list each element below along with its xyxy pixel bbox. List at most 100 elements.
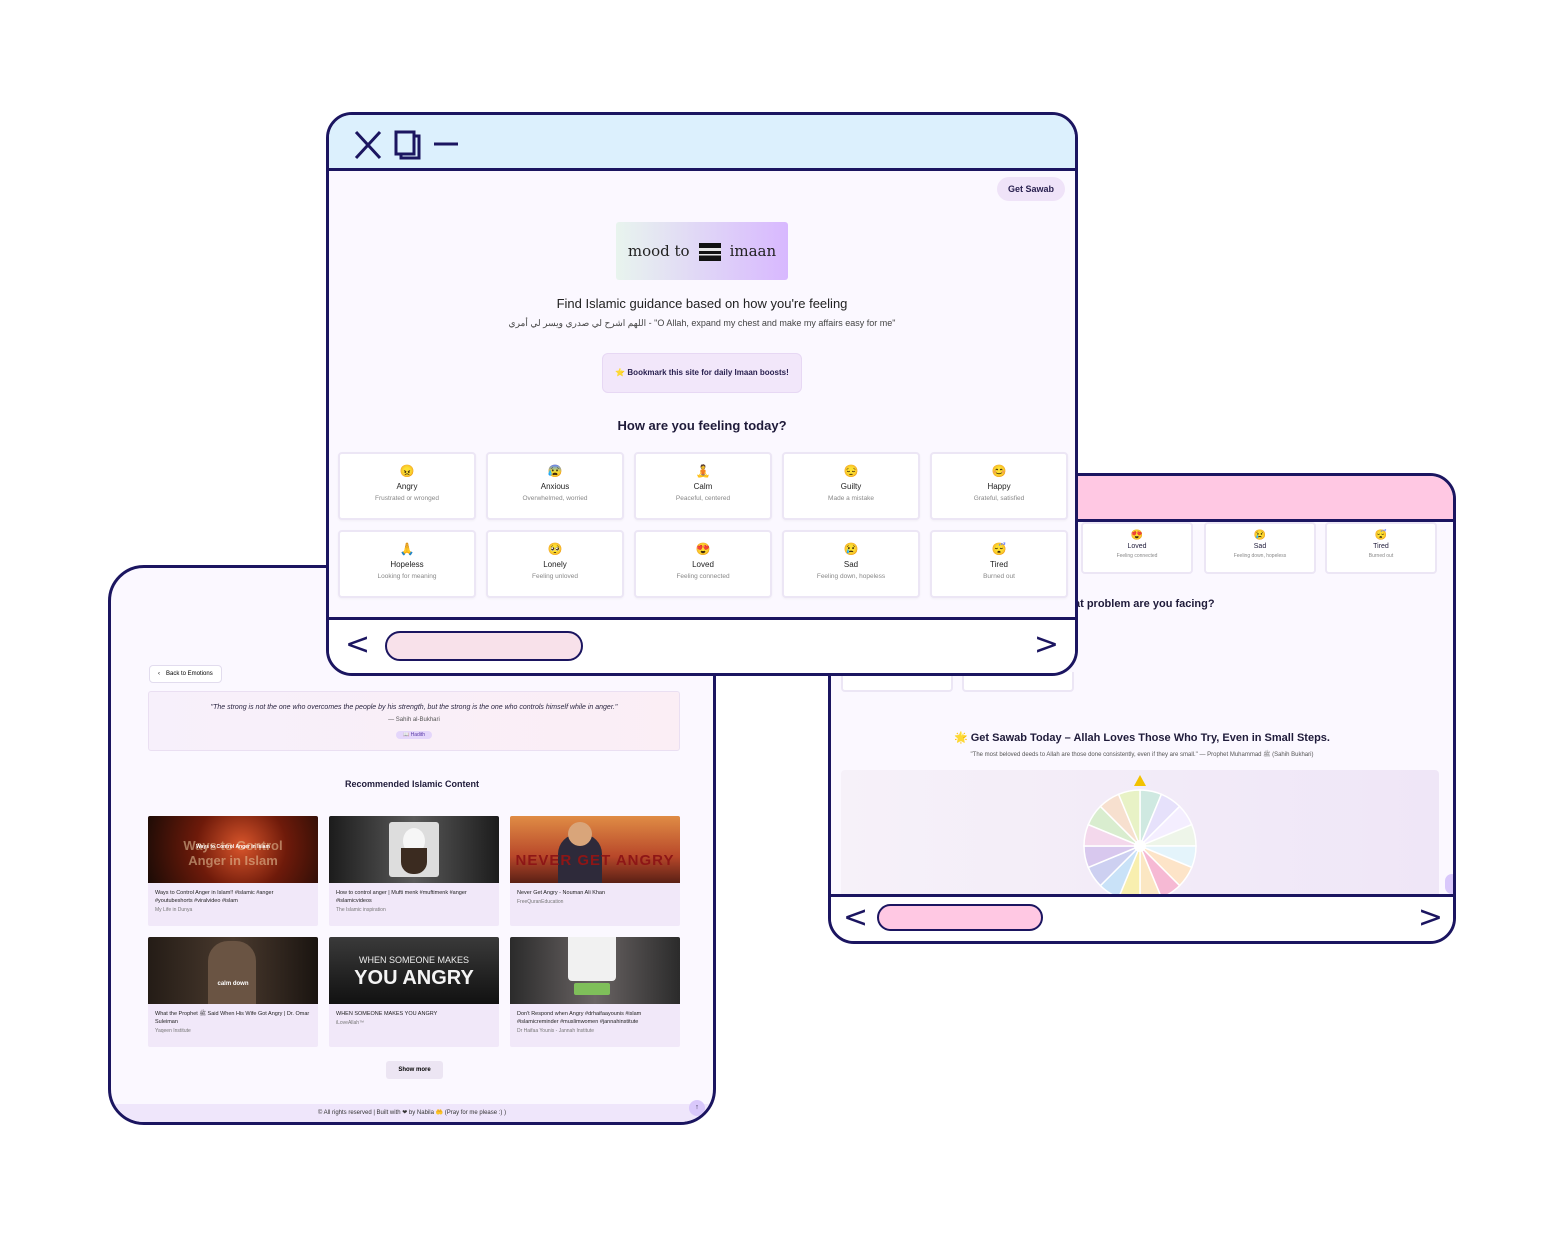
emotion-name: Sad [1253,543,1267,550]
emotion-desc: Grateful, satisfied [973,495,1025,502]
emotion-desc: Feeling unloved [532,573,578,580]
emotion-desc: Burned out [983,573,1015,580]
video-thumbnail[interactable] [510,937,680,1004]
close-icon[interactable] [354,130,382,160]
hadith-tag: 📖 Hadith [395,731,433,739]
emotion-name: Calm [693,482,713,491]
emotion-desc: Looking for meaning [377,573,437,580]
video-card[interactable]: Ways to Control Anger in Islam Ways to Co… [148,816,318,926]
video-title: What the Prophet ﷺ Said When His Wife Go… [155,1011,310,1025]
scroll-pill[interactable] [385,631,583,661]
chevron-left-icon[interactable]: < [843,903,868,933]
video-card[interactable]: How to control anger | Mufti menk #mufti… [329,816,499,926]
emotion-name: Hopeless [390,560,424,569]
video-title: Ways to Control Anger in Islam!! #islami… [155,890,274,904]
window-controls [354,130,458,160]
emotion-name: Sad [843,560,859,569]
thumbnail-text: NEVER GET ANGRY [515,852,675,869]
video-channel: The Islamic inspiration [336,907,386,913]
emotion-card-tired[interactable]: 😴 Tired Burned out [1325,522,1437,574]
emoji-icon: 🧘 [695,464,711,478]
emotion-desc: Feeling down, hopeless [1233,553,1287,559]
home-window: Get Sawab mood to imaan Find Islamic gui… [326,112,1078,676]
nav-bar: < > [329,617,1075,673]
emotion-name: Lonely [543,560,567,569]
scroll-to-top-button[interactable]: ↑ [689,1100,705,1116]
scroll-pill[interactable] [877,904,1043,931]
video-title: WHEN SOMEONE MAKES YOU ANGRY [336,1011,438,1017]
emotion-card-hopeless[interactable]: 🙏 Hopeless Looking for meaning [338,530,476,598]
emotion-card-happy[interactable]: 😊 Happy Grateful, satisfied [930,452,1068,520]
hadith-quote: "The strong is not the one who overcomes… [210,704,618,711]
chevron-right-icon[interactable]: > [1034,630,1059,660]
emotion-card-sad[interactable]: 😢 Sad Feeling down, hopeless [1204,522,1316,574]
emotion-name: Guilty [840,482,862,491]
wheel-hub [1134,840,1146,852]
thumbnail-text: Ways to Control Anger in Islam [196,844,270,850]
video-card[interactable]: WHEN SOMEONE MAKES YOU ANGRY WHEN SOMEON… [329,937,499,1047]
emoji-icon: 🙏 [399,542,415,556]
video-card[interactable]: calm down What the Prophet ﷺ Said When H… [148,937,318,1047]
logo-text-left: mood to [627,242,690,260]
video-card[interactable]: NEVER GET ANGRY Never Get Angry - Nouman… [510,816,680,926]
presenter-image [389,822,439,877]
emotion-name: Anxious [540,482,570,491]
emoji-icon: 😠 [399,464,415,478]
bookmark-banner[interactable]: ⭐ Bookmark this site for daily Imaan boo… [602,353,802,393]
emotion-card-loved[interactable]: 😍 Loved Feeling connected [634,530,772,598]
emotion-name: Loved [1127,543,1147,550]
video-card[interactable]: Don't Respond when Angry #drhaifaayounis… [510,937,680,1047]
emotion-card-calm[interactable]: 🧘 Calm Peaceful, centered [634,452,772,520]
emotion-card-sad[interactable]: 😢 Sad Feeling down, hopeless [782,530,920,598]
emoji-icon: 🥺 [547,542,563,556]
emotion-desc: Overwhelmed, worried [522,495,588,502]
chevron-left-icon[interactable]: < [345,630,370,660]
emotion-card-anxious[interactable]: 😰 Anxious Overwhelmed, worried [486,452,624,520]
chevron-left-icon: ‹ [158,671,160,677]
video-channel: iLoveAllah™ [336,1020,365,1026]
emotion-card-loved[interactable]: 😍 Loved Feeling connected [1081,522,1193,574]
dua-text: اللهم اشرح لي صدري ويسر لي أمري - "O All… [508,318,896,328]
emotion-desc: Frustrated or wronged [375,495,439,502]
emoji-icon: 😰 [547,464,563,478]
emotion-desc: Made a mistake [828,495,874,502]
video-thumbnail[interactable]: Ways to Control Anger in Islam Ways to Co… [148,816,318,883]
video-thumbnail[interactable]: NEVER GET ANGRY [510,816,680,883]
emotion-card-guilty[interactable]: 😔 Guilty Made a mistake [782,452,920,520]
emotion-desc: Peaceful, centered [675,495,731,502]
video-title: Never Get Angry - Nouman Ali Khan [517,890,606,896]
chevron-right-icon[interactable]: > [1418,903,1443,933]
hadith-card: "The strong is not the one who overcomes… [148,691,680,751]
get-sawab-button[interactable]: Get Sawab [996,177,1065,201]
emotion-name: Tired [990,560,1008,569]
emoji-icon: 😊 [991,464,1007,478]
emotion-grid: 😠 Angry Frustrated or wronged 😰 Anxious Over… [338,452,1068,598]
problem-title: at problem are you facing? [1074,598,1215,610]
emotion-card-lonely[interactable]: 🥺 Lonely Feeling unloved [486,530,624,598]
emotion-card-tired[interactable]: 😴 Tired Burned out [930,530,1068,598]
back-button-label: Back to Emotions [166,671,213,677]
side-tab[interactable] [1445,874,1453,894]
emotion-name: Angry [396,482,418,491]
emotion-desc: Burned out [1368,553,1394,559]
video-thumbnail[interactable] [329,816,499,883]
show-more-button[interactable]: Show more [386,1061,443,1079]
emoji-icon: 😍 [1130,530,1144,541]
spin-wheel[interactable] [841,770,1439,904]
video-thumbnail[interactable]: WHEN SOMEONE MAKES YOU ANGRY [329,937,499,1004]
video-grid: Ways to Control Anger in Islam Ways to Co… [148,816,680,1047]
emoji-icon: 😢 [843,542,859,556]
video-thumbnail[interactable]: calm down [148,937,318,1004]
back-to-emotions-button[interactable]: ‹ Back to Emotions [149,665,222,683]
emotion-desc: Feeling connected [1116,553,1158,559]
page-subtitle: Find Islamic guidance based on how you'r… [556,296,848,311]
video-title: How to control anger | Mufti menk #mufti… [336,890,467,904]
restore-icon[interactable] [394,130,421,160]
emotion-name: Happy [987,482,1011,491]
title-bar [329,115,1075,171]
arrow-up-icon: ↑ [695,1104,699,1111]
logo-text-right: imaan [729,242,777,260]
video-channel: FreeQuranEducation [517,899,564,905]
emotion-desc: Feeling connected [676,573,730,580]
emotion-card-angry[interactable]: 😠 Angry Frustrated or wronged [338,452,476,520]
